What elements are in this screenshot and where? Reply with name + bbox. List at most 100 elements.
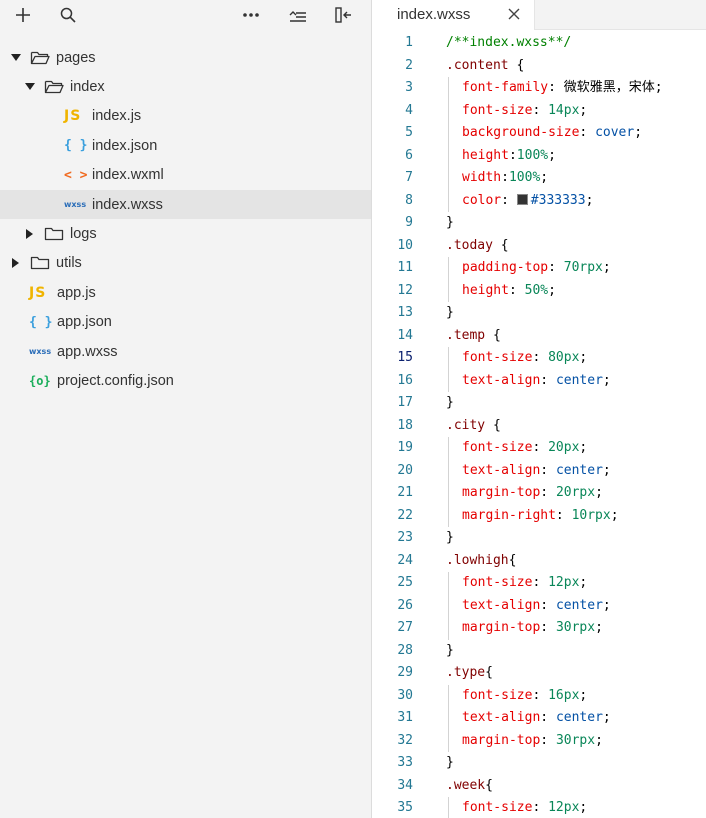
line-number: 22: [397, 507, 413, 523]
code-line[interactable]: 28}: [372, 640, 706, 663]
code-token: margin-top: [462, 485, 541, 500]
code-line[interactable]: 5 background-size: cover;: [372, 122, 706, 145]
code-line[interactable]: 16 text-align: center;: [372, 369, 706, 392]
code-text: font-size: 14px;: [462, 100, 587, 123]
code-line[interactable]: 4 font-size: 14px;: [372, 99, 706, 123]
chevron-right-icon[interactable]: [24, 228, 36, 240]
code-text: margin-top: 30rpx;: [462, 730, 603, 753]
editor-tabbar: index.wxss: [372, 0, 706, 31]
chevron-down-icon[interactable]: [10, 52, 22, 64]
line-number: 35: [397, 800, 413, 815]
code-token: ;: [595, 732, 603, 748]
tree-item-app-json[interactable]: { } app.json: [0, 308, 371, 337]
chevron-down-icon[interactable]: [24, 81, 36, 93]
line-number: 32: [397, 732, 413, 748]
tree-item-utils[interactable]: utils: [0, 249, 371, 278]
code-line[interactable]: 9}: [372, 212, 706, 235]
tab-index-wxss[interactable]: index.wxss: [372, 0, 535, 31]
tree-item-app-js[interactable]: JS app.js: [0, 278, 371, 307]
indent-guide: [448, 482, 449, 505]
tree-item-project-config-json[interactable]: {o} project.config.json: [0, 366, 371, 395]
code-line[interactable]: 3 font-family: 微软雅黑，宋体;: [372, 77, 706, 100]
chevron-right-icon[interactable]: [10, 257, 22, 269]
config-file-icon: {o}: [29, 373, 51, 388]
line-number: 20: [397, 462, 413, 478]
code-token: height: [462, 147, 509, 163]
code-line[interactable]: 27 margin-top: 30rpx;: [372, 617, 706, 640]
code-line[interactable]: 6 height:100%;: [372, 144, 706, 167]
code-token: ;: [602, 260, 611, 275]
code-line[interactable]: 21 margin-top: 20rpx;: [372, 482, 706, 505]
code-line[interactable]: 17}: [372, 392, 706, 415]
line-number: 16: [397, 372, 413, 388]
code-text: }: [446, 212, 454, 235]
code-token: ;: [610, 507, 619, 523]
code-line[interactable]: 25 font-size: 12px;: [372, 572, 706, 595]
tree-item-index[interactable]: index: [0, 72, 371, 101]
code-line[interactable]: 12 height: 50%;: [372, 279, 706, 302]
tree-item-pages[interactable]: pages: [0, 43, 371, 72]
code-line[interactable]: 30 font-size: 16px;: [372, 684, 706, 707]
collapse-all-icon[interactable]: [285, 2, 311, 28]
search-icon[interactable]: [55, 2, 81, 28]
code-line[interactable]: 20 text-align: center;: [372, 459, 706, 482]
code-line[interactable]: 33}: [372, 752, 706, 775]
code-text: }: [446, 752, 454, 775]
tree-item-index-js[interactable]: JS index.js: [0, 102, 371, 131]
color-swatch[interactable]: [516, 193, 528, 205]
code-token: text-align: [462, 597, 541, 613]
code-token: font-size: [462, 800, 533, 815]
code-line[interactable]: 31 text-align: center;: [372, 707, 706, 730]
code-line[interactable]: 18 .city {: [372, 415, 706, 438]
code-text: font-size: 20px;: [462, 437, 587, 460]
indent-guide: [448, 347, 449, 370]
code-line[interactable]: 23}: [372, 527, 706, 550]
code-line[interactable]: 34 .week{: [372, 775, 706, 798]
code-line[interactable]: 24 .lowhigh{: [372, 550, 706, 573]
tree-item-index-wxss[interactable]: wxss index.wxss: [0, 189, 371, 220]
code-line[interactable]: 2 .content {: [372, 55, 706, 78]
more-icon[interactable]: [238, 2, 264, 28]
code-text: text-align: center;: [462, 707, 611, 730]
close-icon[interactable]: [506, 6, 522, 22]
code-token: ;: [579, 575, 588, 590]
code-line[interactable]: 10 .today {: [372, 235, 706, 258]
tree-item-index-json[interactable]: { } index.json: [0, 131, 371, 160]
code-line[interactable]: 7 width:100%;: [372, 167, 706, 190]
code-line[interactable]: 32 margin-top: 30rpx;: [372, 729, 706, 753]
code-token: ;: [548, 282, 556, 298]
tree-item-label: utils: [56, 255, 82, 272]
code-token: 14px: [548, 102, 580, 118]
tree-item-label: index: [70, 79, 105, 96]
code-line[interactable]: 26 text-align: center;: [372, 594, 706, 617]
code-line[interactable]: 11 padding-top: 70rpx;: [372, 257, 706, 280]
code-line[interactable]: 19 font-size: 20px;: [372, 437, 706, 460]
code-token: ;: [654, 80, 663, 95]
code-token: 100%: [508, 170, 541, 185]
code-line[interactable]: 1 /**index.wxss**/: [372, 32, 706, 55]
tree-item-logs[interactable]: logs: [0, 219, 371, 248]
line-number: 17: [397, 395, 413, 410]
code-token: {: [485, 777, 493, 793]
line-number: 8: [405, 192, 413, 208]
code-line[interactable]: 8 color: #333333;: [372, 189, 706, 212]
code-line[interactable]: 13}: [372, 302, 706, 325]
json-file-icon: { }: [64, 138, 88, 154]
code-editor[interactable]: 1/**index.wxss**/2 .content {3 font-family…: [372, 30, 706, 818]
plus-icon[interactable]: [10, 2, 36, 28]
code-line[interactable]: 15 font-size: 80px;: [372, 347, 706, 370]
code-token: :: [508, 147, 517, 163]
code-line[interactable]: 35 font-size: 12px;: [372, 797, 706, 818]
code-token: margin-top: [462, 732, 541, 748]
tree-item-label: index.wxss: [92, 196, 163, 213]
tree-item-index-wxml[interactable]: < > index.wxml: [0, 161, 371, 190]
code-token: ;: [579, 350, 588, 365]
toggle-panel-icon[interactable]: [331, 2, 357, 28]
tree-item-app-wxss[interactable]: wxss app.wxss: [0, 337, 371, 366]
code-line[interactable]: 14 .temp {: [372, 325, 706, 348]
code-line[interactable]: 29 .type{: [372, 662, 706, 685]
code-line[interactable]: 22 margin-right: 10rpx;: [372, 504, 706, 527]
code-text: .lowhigh{: [446, 550, 516, 573]
code-token: }: [446, 305, 454, 320]
indent-guide: [448, 144, 449, 167]
